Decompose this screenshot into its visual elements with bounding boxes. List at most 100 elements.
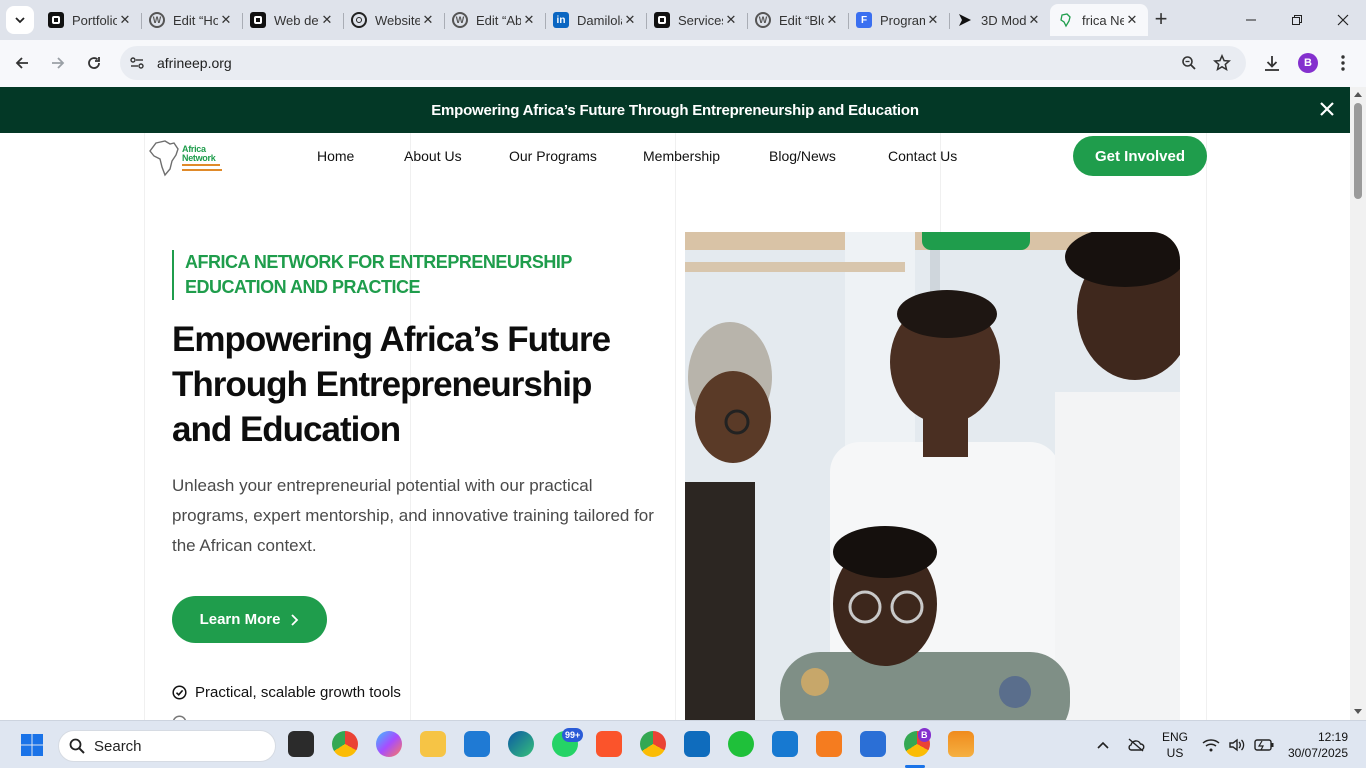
bookmark-star-icon[interactable]	[1213, 54, 1231, 72]
chrome-profile-icon[interactable]	[640, 731, 666, 757]
browser-tab[interactable]: in Damilola ✕	[545, 4, 646, 36]
layout-guide	[1206, 133, 1207, 720]
close-icon[interactable]: ✕	[1026, 12, 1042, 28]
reload-icon	[88, 57, 100, 69]
play-logo-icon	[957, 12, 973, 28]
browser-tab[interactable]: W Edit “About ✕	[444, 4, 545, 36]
profile-avatar[interactable]: B	[1298, 53, 1318, 73]
address-bar[interactable]: afrineep.org	[120, 46, 1246, 80]
search-icon	[69, 738, 85, 754]
browser-tab[interactable]: W Edit “Home ✕	[141, 4, 242, 36]
forward-button[interactable]	[46, 51, 70, 75]
hero-photo	[685, 232, 1180, 720]
wordpress-icon: W	[149, 12, 165, 28]
tab-title: Website	[375, 12, 420, 28]
browser-tab[interactable]: F Programs ✕	[848, 4, 949, 36]
nav-link-membership[interactable]: Membership	[643, 148, 720, 164]
notepad-icon[interactable]	[860, 731, 886, 757]
square-logo-icon	[48, 12, 64, 28]
xampp-icon[interactable]	[816, 731, 842, 757]
menu-kebab-icon[interactable]	[1336, 54, 1350, 72]
copilot-icon[interactable]	[376, 731, 402, 757]
close-icon[interactable]: ✕	[723, 12, 739, 28]
tab-title: frica Network	[1082, 12, 1124, 28]
nav-link-blog[interactable]: Blog/News	[769, 148, 836, 164]
close-icon[interactable]: ✕	[824, 12, 840, 28]
task-view-icon[interactable]	[288, 731, 314, 757]
new-tab-button[interactable]: +	[1150, 8, 1172, 31]
outlook-icon[interactable]	[684, 731, 710, 757]
tab-title: Edit “About	[476, 12, 521, 28]
nav-link-contact[interactable]: Contact Us	[888, 148, 957, 164]
browser-tab[interactable]: Portfolio ✕	[40, 4, 141, 36]
close-icon[interactable]: ✕	[622, 12, 638, 28]
close-icon[interactable]: ✕	[319, 12, 335, 28]
nav-link-about[interactable]: About Us	[404, 148, 462, 164]
chrome-icon[interactable]	[332, 731, 358, 757]
browser-tab[interactable]: W Edit “Blog ✕	[747, 4, 848, 36]
scroll-up-icon[interactable]	[1354, 91, 1362, 97]
windows-start-icon[interactable]	[20, 733, 44, 757]
zoom-icon[interactable]	[1181, 55, 1197, 71]
language-indicator[interactable]: ENG US	[1162, 721, 1188, 769]
tab-search-dropdown[interactable]	[6, 6, 34, 34]
page-scrollbar[interactable]	[1350, 87, 1366, 720]
site-settings-icon[interactable]	[129, 55, 145, 71]
language-text: ENG	[1162, 730, 1189, 744]
green-app-icon[interactable]	[728, 731, 754, 757]
edge-icon[interactable]	[508, 731, 534, 757]
get-involved-button[interactable]: Get Involved	[1073, 136, 1207, 176]
browser-tab[interactable]: Web development ✕	[242, 4, 343, 36]
restore-button[interactable]	[1274, 0, 1320, 40]
vlc-icon[interactable]	[948, 731, 974, 757]
quick-settings[interactable]	[1202, 721, 1274, 769]
linkedin-icon: in	[553, 12, 569, 28]
chevron-up-icon[interactable]	[1097, 741, 1109, 749]
file-explorer-icon[interactable]	[420, 731, 446, 757]
nav-link-home[interactable]: Home	[317, 148, 354, 164]
close-icon[interactable]: ✕	[521, 12, 537, 28]
hero-description: Unleash your entrepreneurial potential w…	[172, 476, 654, 555]
tab-title: Programs	[880, 12, 925, 28]
site-logo[interactable]: Africa Network	[148, 139, 228, 179]
browser-tab[interactable]: Services ✕	[646, 4, 747, 36]
nav-link-programs[interactable]: Our Programs	[509, 148, 597, 164]
browser-tab[interactable]: 3D Models ✕	[949, 4, 1050, 36]
close-icon[interactable]	[1318, 100, 1336, 118]
close-icon	[1337, 14, 1349, 26]
close-icon[interactable]: ✕	[925, 12, 941, 28]
vscode-icon[interactable]	[464, 731, 490, 757]
outlook-new-icon[interactable]	[772, 731, 798, 757]
page-viewport: Empowering Africa’s Future Through Entre…	[0, 87, 1350, 720]
close-icon[interactable]: ✕	[117, 12, 133, 28]
minimize-button[interactable]	[1228, 0, 1274, 40]
brave-icon[interactable]	[596, 731, 622, 757]
scroll-down-icon[interactable]	[1354, 709, 1362, 715]
time-text: 12:19	[1317, 730, 1348, 744]
cloud-offline-icon[interactable]	[1127, 721, 1145, 769]
close-icon[interactable]: ✕	[420, 12, 436, 28]
tab-list: Portfolio ✕ W Edit “Home ✕ Web developme…	[40, 4, 1148, 36]
back-button[interactable]	[10, 51, 34, 75]
download-icon[interactable]	[1263, 54, 1281, 72]
clock[interactable]: 12:19 30/07/2025	[1285, 721, 1348, 769]
arrow-left-icon	[15, 57, 28, 69]
region-text: US	[1166, 746, 1184, 760]
windows-taskbar: Search 99+ B ENG US 12:19 30/07/2025	[0, 720, 1366, 768]
taskbar-search[interactable]: Search	[58, 730, 276, 762]
scrollbar-thumb[interactable]	[1354, 103, 1362, 199]
browser-tab-active[interactable]: frica Network ✕	[1050, 4, 1148, 36]
close-icon[interactable]: ✕	[218, 12, 234, 28]
volume-icon	[1229, 738, 1245, 752]
close-icon[interactable]: ✕	[1124, 12, 1140, 28]
learn-more-button[interactable]: Learn More	[172, 596, 327, 643]
africa-map-icon	[149, 140, 179, 177]
browser-tab[interactable]: Website ✕	[343, 4, 444, 36]
close-window-button[interactable]	[1320, 0, 1366, 40]
chatgpt-icon	[351, 12, 367, 28]
hero-accent-pill	[922, 232, 1030, 250]
chrome-profile-badge: B	[918, 728, 931, 742]
system-tray	[1097, 721, 1109, 769]
reload-button[interactable]	[82, 51, 106, 75]
url-text[interactable]: afrineep.org	[157, 55, 232, 71]
